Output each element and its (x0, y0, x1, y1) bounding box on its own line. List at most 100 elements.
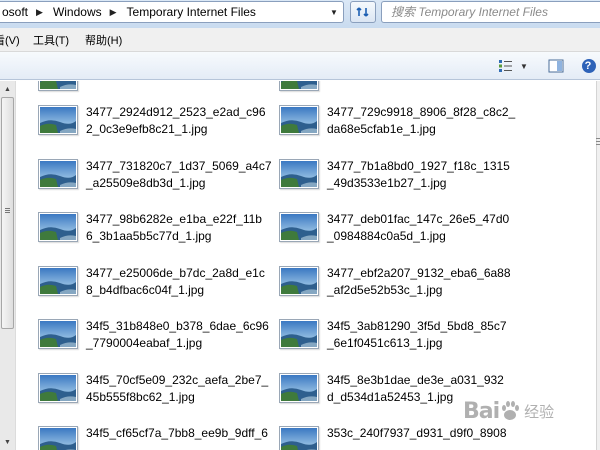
landscape-image-icon (281, 267, 317, 294)
breadcrumb-temporary-internet-files[interactable]: Temporary Internet Files (123, 5, 258, 19)
file-name-line: 34f5_31b848e0_b378_6dae_6c96 (86, 319, 269, 333)
command-bar: ▼ ? (0, 52, 600, 80)
file-name-line: 3477_deb01fac_147c_26e5_47d0 (327, 212, 510, 226)
file-item[interactable]: 34f5_3ab81290_3f5d_5bd8_85c7 _6e1f0451c61… (279, 317, 519, 363)
file-name: 34f5_3ab81290_3f5d_5bd8_85c7 _6e1f0451c61… (327, 318, 517, 352)
breadcrumb-chevron-icon[interactable]: ▶ (104, 7, 123, 18)
breadcrumb-label: Windows (52, 5, 102, 19)
file-name: 34f5_cf65cf7a_7bb8_ee9b_9dff_6 (86, 425, 276, 442)
resize-grip-icon[interactable] (596, 138, 600, 146)
landscape-image-icon (40, 214, 76, 240)
breadcrumb-microsoft[interactable]: osoft (0, 5, 30, 19)
file-name-line: 8_b4dfbac6c04f_1.jpg (86, 282, 205, 297)
help-label: ? (584, 60, 592, 72)
file-name: 3477_98b6282e_e1ba_e22f_11b 6_3b1aa5b5c77… (86, 211, 276, 245)
landscape-image-icon (40, 160, 76, 187)
menu-help[interactable]: 帮助(H) (85, 32, 122, 48)
file-name-line: 3477_e25006de_b7dc_2a8d_e1c (86, 265, 265, 280)
file-name-line: 45b555f8bc62_1.jpg (86, 389, 195, 404)
scroll-thumb[interactable] (1, 97, 14, 329)
file-item[interactable]: 3477_ebf2a207_9132_eba6_6a88 _af2d5e52b53… (279, 264, 519, 310)
file-item[interactable]: 3477_7b1a8bd0_1927_f18c_1315 _49d3533e1b2… (279, 157, 519, 203)
file-name: 34f5_31b848e0_b378_6dae_6c96 _7790004eaba… (86, 318, 276, 352)
watermark-text: Bai (463, 398, 500, 424)
file-name-line: 34f5_cf65cf7a_7bb8_ee9b_9dff_6 (86, 426, 268, 440)
landscape-image-icon (40, 267, 76, 294)
image-thumbnail-icon (38, 105, 78, 135)
file-item[interactable]: 34f5_31b848e0_b378_6dae_6c96 _7790004eaba… (38, 317, 278, 363)
scroll-up-arrow-icon[interactable]: ▲ (0, 81, 15, 97)
image-thumbnail-icon (279, 319, 319, 349)
file-name-line: _a25509e8db3d_1.jpg (86, 175, 206, 190)
file-name: 3477_e25006de_b7dc_2a8d_e1c 8_b4dfbac6c04… (86, 265, 276, 299)
landscape-image-icon (281, 321, 317, 347)
image-thumbnail-icon (38, 158, 78, 189)
file-item[interactable]: 3477_729c9918_8906_8f28_c8c2_ da68e5cfab1… (279, 103, 519, 149)
file-name-line: _6e1f0451c613_1.jpg (327, 336, 443, 350)
image-thumbnail-icon (279, 158, 319, 189)
file-name: 3477_2924d912_2523_e2ad_c96 2_0c3e9efb8c2… (86, 104, 276, 138)
image-thumbnail-icon (279, 81, 319, 91)
change-view-button[interactable] (496, 57, 516, 75)
landscape-image-icon (40, 374, 76, 401)
view-options-icon (499, 60, 512, 72)
landscape-image-icon (281, 428, 317, 450)
file-item[interactable]: 3477_e25006de_b7dc_2a8d_e1c 8_b4dfbac6c04… (38, 264, 278, 310)
search-input[interactable]: 搜索 Temporary Internet Files (381, 1, 600, 23)
chevron-down-icon[interactable]: ▼ (326, 2, 342, 22)
image-thumbnail-icon (279, 105, 319, 135)
image-thumbnail-icon (38, 265, 78, 296)
image-thumbnail-icon (38, 319, 78, 349)
preview-pane-button[interactable] (546, 57, 566, 75)
file-name: 3477_7b1a8bd0_1927_f18c_1315 _49d3533e1b2… (327, 158, 517, 192)
file-item[interactable]: 3477_98b6282e_e1ba_e22f_11b 6_3b1aa5b5c77… (38, 210, 278, 256)
file-item[interactable]: 3477_2924d912_2523_e2ad_c96 2_0c3e9efb8c2… (38, 103, 278, 149)
file-name-line: da68e5cfab1e_1.jpg (327, 122, 436, 136)
file-item[interactable] (279, 81, 519, 105)
landscape-image-icon (40, 428, 76, 450)
image-thumbnail-icon (38, 81, 78, 91)
vertical-scrollbar[interactable]: ▲ ▼ (0, 81, 16, 450)
file-name-line: 34f5_8e3b1dae_de3e_a031_932 (327, 372, 504, 387)
file-item[interactable]: 34f5_cf65cf7a_7bb8_ee9b_9dff_6 (38, 424, 278, 450)
file-name: 3477_ebf2a207_9132_eba6_6a88 _af2d5e52b53… (327, 265, 517, 299)
view-dropdown-chevron-down-icon[interactable]: ▼ (518, 57, 530, 75)
breadcrumb-label: Temporary Internet Files (126, 5, 256, 19)
file-item[interactable]: 3477_731820c7_1d37_5069_a4c7 _a25509e8db3… (38, 157, 278, 203)
file-name-line: 3477_ebf2a207_9132_eba6_6a88 (327, 265, 511, 280)
refresh-button[interactable] (350, 1, 376, 23)
file-name-line: _7790004eabaf_1.jpg (86, 336, 203, 350)
paw-icon (502, 401, 520, 420)
image-thumbnail-icon (279, 372, 319, 403)
file-name-line: 3477_731820c7_1d37_5069_a4c7 (86, 158, 272, 173)
menu-tools[interactable]: 工具(T) (33, 32, 69, 48)
landscape-image-icon (281, 81, 317, 89)
address-bar[interactable]: osoft ▶ Windows ▶ Temporary Internet Fil… (0, 1, 344, 23)
file-name-line: _af2d5e52b53c_1.jpg (327, 282, 443, 297)
landscape-image-icon (281, 374, 317, 401)
file-name-line: 34f5_3ab81290_3f5d_5bd8_85c7 (327, 319, 507, 333)
grip-icon (5, 208, 10, 214)
scroll-down-arrow-icon[interactable]: ▼ (0, 434, 15, 450)
image-thumbnail-icon (279, 265, 319, 296)
file-name: 3477_729c9918_8906_8f28_c8c2_ da68e5cfab1… (327, 104, 517, 138)
file-name-line: _49d3533e1b27_1.jpg (327, 175, 447, 190)
image-thumbnail-icon (279, 426, 319, 450)
watermark-suffix: 经验 (524, 403, 555, 421)
landscape-image-icon (40, 107, 76, 133)
file-name-line: 2_0c3e9efb8c21_1.jpg (86, 122, 208, 136)
file-name: 3477_731820c7_1d37_5069_a4c7 _a25509e8db3… (86, 158, 276, 192)
breadcrumb-chevron-icon[interactable]: ▶ (30, 7, 49, 18)
landscape-image-icon (40, 81, 76, 89)
file-item[interactable]: 3477_deb01fac_147c_26e5_47d0 _0984884c0a5… (279, 210, 519, 256)
help-button[interactable]: ? (580, 57, 598, 75)
menu-view[interactable]: 看(V) (0, 32, 20, 48)
file-item[interactable]: 34f5_70cf5e09_232c_aefa_2be7_ 45b555f8bc6… (38, 371, 278, 417)
file-item[interactable] (38, 81, 278, 105)
breadcrumb-windows[interactable]: Windows (49, 5, 104, 19)
landscape-image-icon (40, 321, 76, 347)
menu-bar: 看(V) 工具(T) 帮助(H) (0, 28, 600, 52)
refresh-icon (356, 7, 369, 17)
landscape-image-icon (281, 214, 317, 240)
file-name-line: 3477_729c9918_8906_8f28_c8c2_ (327, 105, 516, 119)
